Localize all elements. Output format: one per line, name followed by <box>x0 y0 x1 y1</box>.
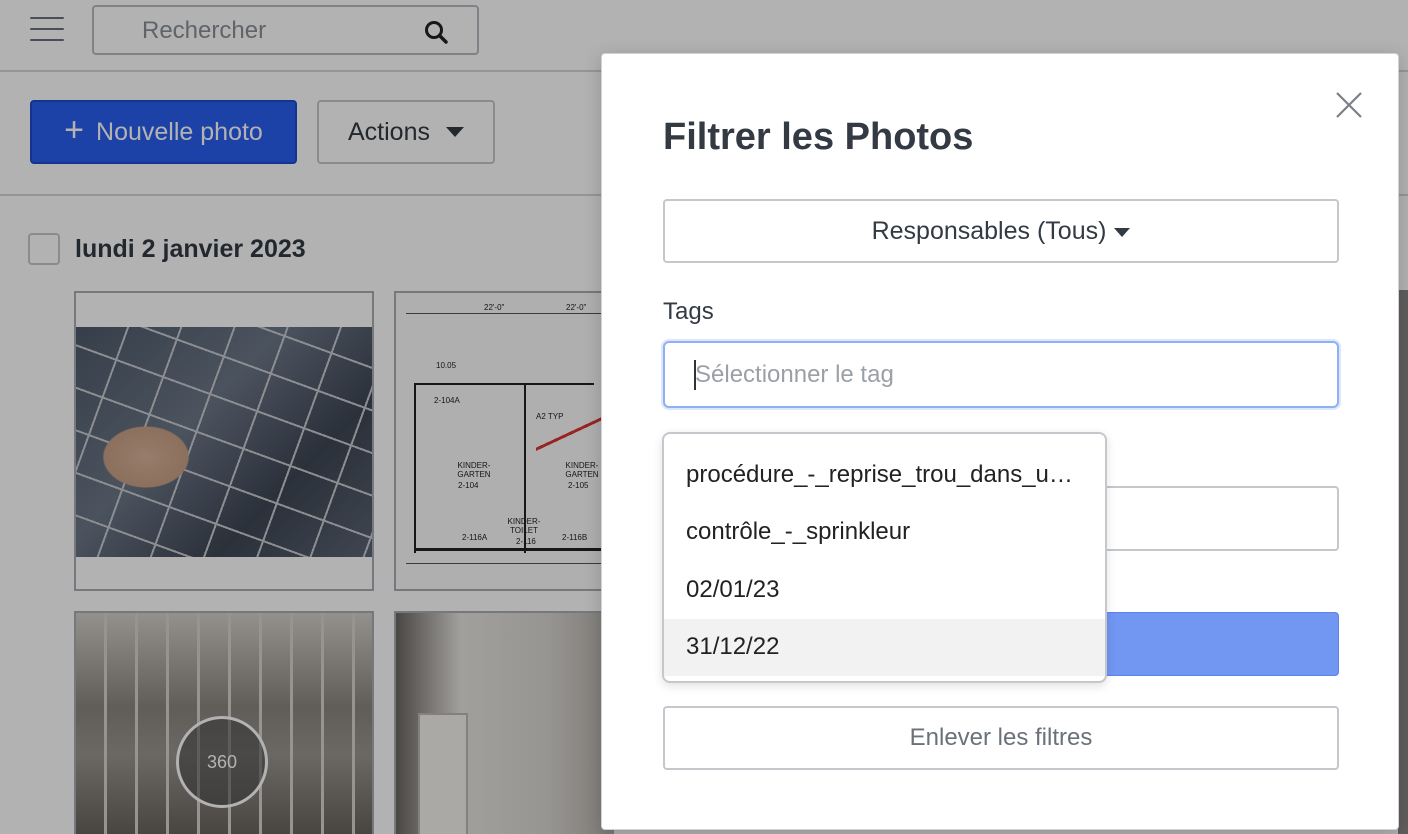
tags-input[interactable] <box>663 341 1339 408</box>
tag-option[interactable]: 31/12/22 <box>664 618 1105 676</box>
tag-option[interactable]: procédure_-_reprise_trou_dans_u… <box>664 446 1105 504</box>
clear-filters-button[interactable]: Enlever les filtres <box>663 706 1339 770</box>
tag-option-label: contrôle_-_sprinkleur <box>686 518 911 546</box>
tag-option-label: procédure_-_reprise_trou_dans_u… <box>686 460 1073 488</box>
responsables-label: Responsables (Tous) <box>871 216 1107 245</box>
tag-option[interactable]: contrôle_-_sprinkleur <box>664 504 1105 562</box>
tag-option-label: 02/01/23 <box>686 575 780 603</box>
tags-label: Tags <box>663 298 714 325</box>
tag-option-label: 31/12/22 <box>686 633 780 661</box>
tags-dropdown-menu: procédure_-_reprise_trou_dans_u… contrôl… <box>662 432 1107 683</box>
close-icon[interactable] <box>1334 90 1364 120</box>
tag-option[interactable]: 02/01/23 <box>664 561 1105 619</box>
text-cursor <box>694 360 696 390</box>
caret-down-icon <box>1114 227 1131 237</box>
responsables-select[interactable]: Responsables (Tous) <box>663 199 1339 263</box>
modal-title: Filtrer les Photos <box>663 116 974 158</box>
